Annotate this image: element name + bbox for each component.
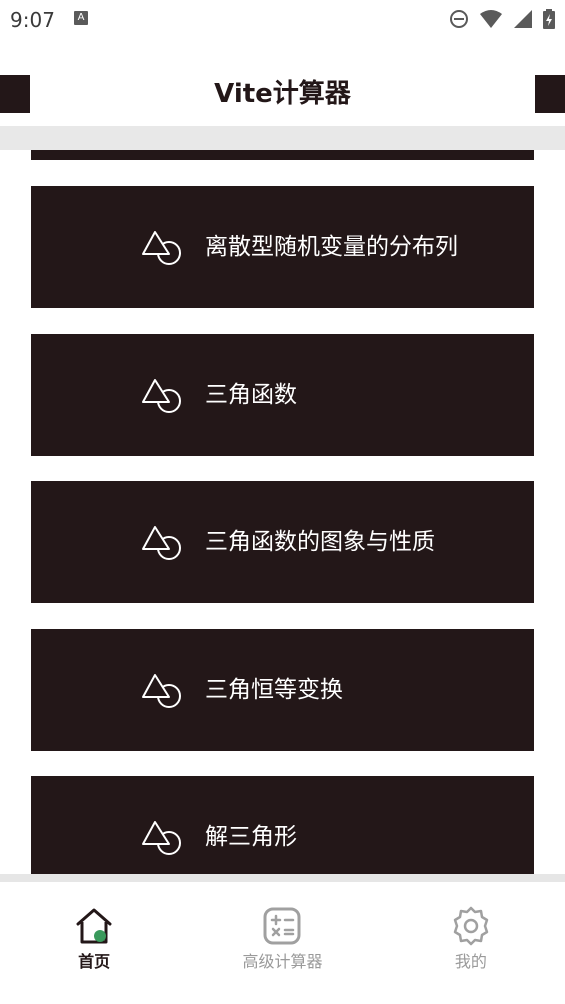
list-item[interactable]: 三角函数 — [31, 334, 534, 456]
nav-tab-mine[interactable]: 我的 — [377, 882, 565, 1004]
triangle-circle-icon — [142, 231, 181, 265]
list-item-label: 离散型随机变量的分布列 — [205, 234, 458, 260]
nav-tab-label: 首页 — [78, 952, 111, 971]
triangle-circle-icon — [142, 674, 181, 708]
status-bar: 9:07 A — [0, 0, 565, 40]
gear-icon — [453, 906, 489, 946]
nav-tab-label: 我的 — [454, 952, 487, 971]
list-item-partial[interactable] — [31, 150, 534, 160]
list-item[interactable]: 三角恒等变换 — [31, 629, 534, 751]
bottom-nav: 首页 高级计算器 我的 — [0, 882, 565, 1004]
topic-list[interactable]: 离散型随机变量的分布列 三角函数 三角函数的图象与性质 三角恒等变换 解三角形 — [0, 150, 565, 874]
header-right-block — [535, 75, 565, 113]
app-header: Vite计算器 — [0, 40, 565, 126]
list-item-label: 解三角形 — [205, 824, 297, 850]
nav-tab-calculator[interactable]: 高级计算器 — [188, 882, 376, 1004]
home-icon — [76, 908, 112, 944]
list-item-label: 三角恒等变换 — [205, 677, 343, 703]
notification-a-icon: A — [74, 11, 88, 25]
triangle-circle-icon — [142, 821, 181, 855]
list-item-label: 三角函数 — [205, 382, 297, 408]
list-item[interactable]: 三角函数的图象与性质 — [31, 481, 534, 603]
status-time: 9:07 — [10, 8, 55, 32]
nav-tab-label: 高级计算器 — [242, 952, 323, 971]
signal-icon — [514, 10, 532, 28]
list-item-label: 三角函数的图象与性质 — [205, 529, 435, 555]
wifi-icon — [480, 10, 502, 28]
do-not-disturb-icon — [450, 10, 468, 28]
list-item[interactable]: 解三角形 — [31, 776, 534, 874]
status-icons — [449, 8, 555, 30]
bottom-nav-divider — [0, 874, 565, 882]
battery-icon — [543, 9, 555, 29]
triangle-circle-icon — [142, 379, 181, 413]
nav-tab-home[interactable]: 首页 — [0, 882, 188, 1004]
triangle-circle-icon — [142, 526, 181, 560]
calculator-icon — [263, 907, 301, 945]
list-item[interactable]: 离散型随机变量的分布列 — [31, 186, 534, 308]
page-title: Vite计算器 — [214, 79, 351, 109]
header-divider — [0, 126, 565, 150]
